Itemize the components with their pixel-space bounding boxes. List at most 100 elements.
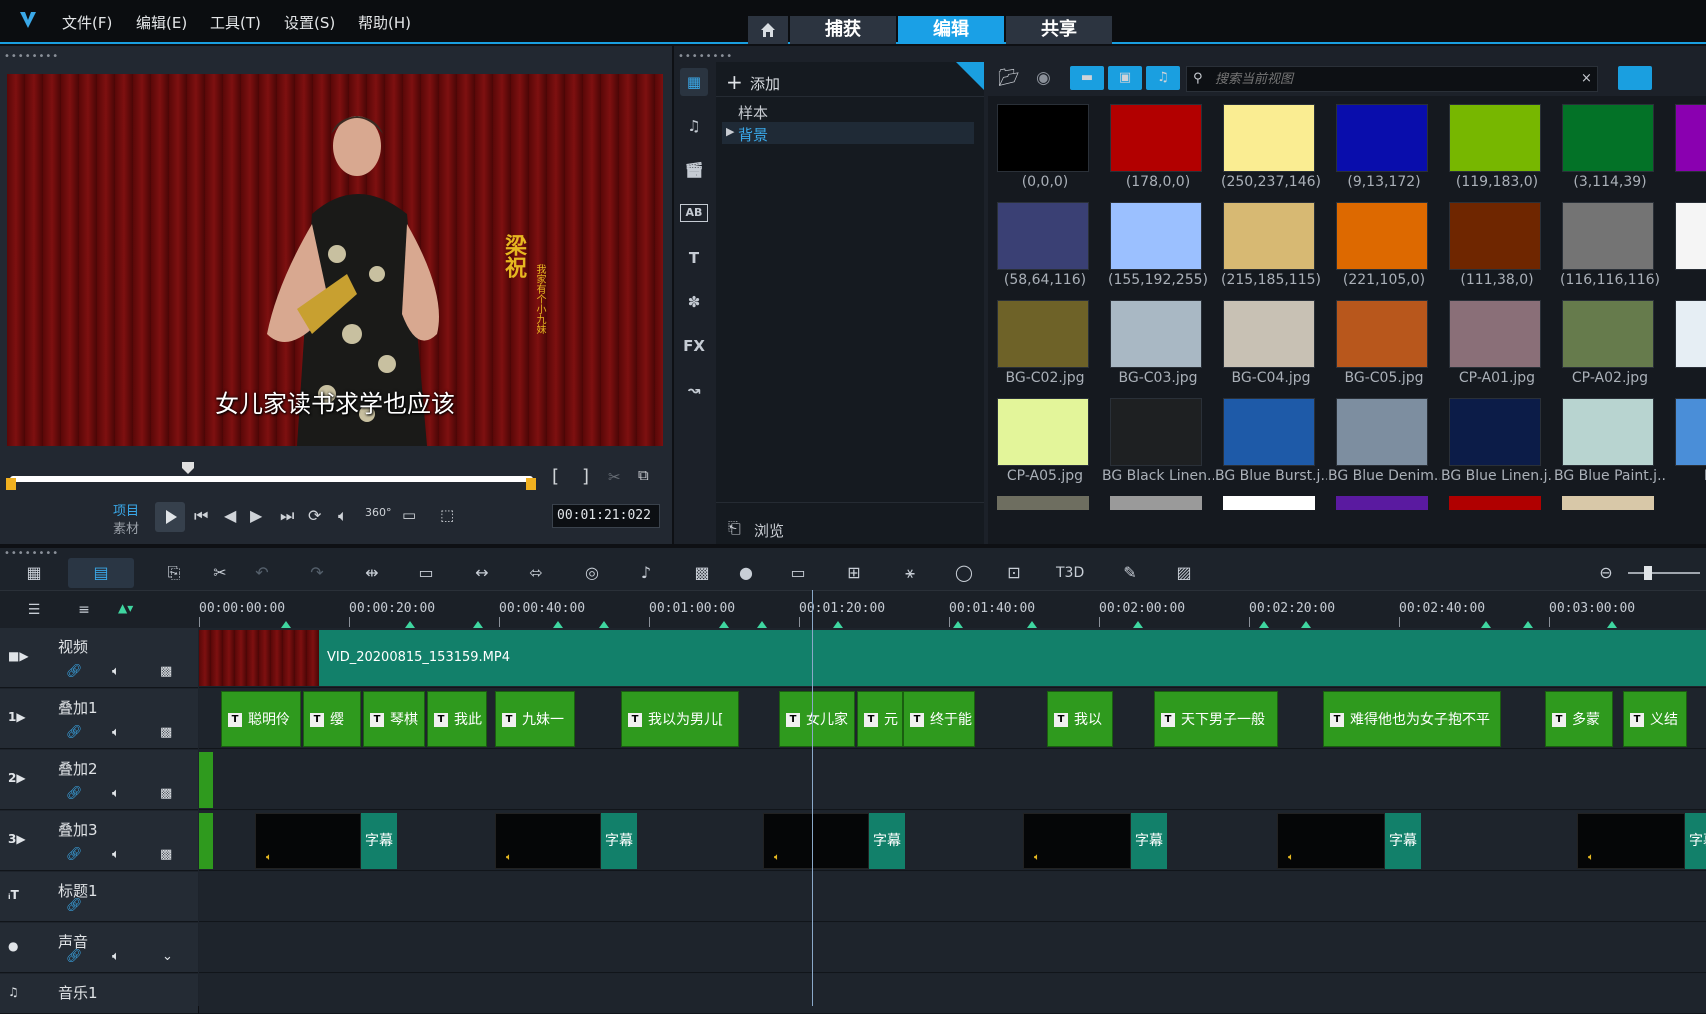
- mute-volume-icon[interactable]: 🔈︎: [112, 949, 120, 964]
- chapter-marker[interactable]: [599, 621, 609, 628]
- next-frame-icon[interactable]: ▶: [250, 506, 262, 525]
- instant-project-icon[interactable]: 🎬︎: [680, 156, 708, 184]
- title-clip[interactable]: T元: [857, 691, 903, 747]
- title-clip[interactable]: T 终于能: [903, 691, 975, 747]
- subtitle-video-clip[interactable]: 🔈︎: [255, 813, 361, 869]
- library-thumbnail[interactable]: (250,237,146): [1215, 100, 1327, 190]
- chapter-marker[interactable]: [719, 621, 729, 628]
- ripple-icon[interactable]: ▩: [160, 786, 172, 801]
- link-icon[interactable]: 🔗︎: [66, 786, 83, 801]
- library-thumbnail[interactable]: (116,116,116): [1554, 198, 1666, 288]
- mute-volume-icon[interactable]: 🔈︎: [112, 786, 120, 801]
- screen-record-icon[interactable]: ▭: [414, 562, 438, 584]
- menu-settings[interactable]: 设置(S): [284, 12, 335, 33]
- library-thumbnail-partial[interactable]: [1223, 496, 1315, 510]
- chapter-marker[interactable]: [757, 621, 767, 628]
- mute-volume-icon[interactable]: 🔈︎: [112, 664, 120, 679]
- track-overlay3-body[interactable]: 🔈︎ 字幕 🔈︎ 字幕 🔈︎ 字幕 🔈︎ 字幕 🔈︎ 字幕 🔈︎ 字幕: [199, 811, 1706, 871]
- library-thumbnail[interactable]: CP-A01.jpg: [1441, 296, 1553, 386]
- link-icon[interactable]: 🔗︎: [66, 725, 83, 740]
- crop-icon[interactable]: ⬚: [440, 506, 454, 524]
- link-icon[interactable]: 🔗︎: [66, 664, 83, 679]
- menu-tools[interactable]: 工具(T): [210, 12, 261, 33]
- browse-icon[interactable]: ⎗: [728, 518, 741, 538]
- library-thumbnail[interactable]: BG Bl: [1667, 394, 1706, 484]
- show-audio-toggle[interactable]: ♫: [1146, 66, 1180, 90]
- chapter-marker[interactable]: [953, 621, 963, 628]
- subtitle-video-clip[interactable]: 🔈︎: [1577, 813, 1685, 869]
- track-music1-body[interactable]: [199, 974, 1706, 1014]
- title-clip[interactable]: T 义结: [1623, 691, 1687, 747]
- library-thumbnail[interactable]: (9,13,172): [1328, 100, 1440, 190]
- subtitle-clip[interactable]: 字幕: [601, 813, 637, 869]
- menu-file[interactable]: 文件(F): [62, 12, 112, 33]
- audio-icon[interactable]: ♫: [680, 112, 708, 140]
- library-thumbnail[interactable]: (111,38,0): [1441, 198, 1553, 288]
- library-thumbnail[interactable]: (3,114,39): [1554, 100, 1666, 190]
- timecode-display[interactable]: 00:01:21:022: [552, 504, 660, 528]
- menu-edit[interactable]: 编辑(E): [136, 12, 187, 33]
- zoom-out-icon[interactable]: ⊖: [1594, 562, 1618, 584]
- title-clip[interactable]: T 多蒙: [1545, 691, 1613, 747]
- library-thumbnail[interactable]: (13: [1667, 100, 1706, 190]
- chapter-marker[interactable]: [473, 621, 483, 628]
- library-thumbnail[interactable]: BG-C02.jpg: [989, 296, 1101, 386]
- ripple-icon[interactable]: ▩: [160, 847, 172, 862]
- fit-project-icon[interactable]: ⇹: [360, 562, 384, 584]
- multi-camera-icon[interactable]: ⊞: [842, 562, 866, 584]
- library-thumbnail[interactable]: (215,185,115): [1215, 198, 1327, 288]
- library-thumbnail[interactable]: BG-C04.jpg: [1215, 296, 1327, 386]
- library-thumbnail[interactable]: BG Blue Linen.j...: [1441, 394, 1553, 484]
- storyboard-view-icon[interactable]: ▦: [22, 562, 46, 584]
- prev-frame-icon[interactable]: ◀: [224, 506, 236, 525]
- library-thumbnail[interactable]: BG Black Linen....: [1102, 394, 1214, 484]
- playhead-slider[interactable]: [182, 462, 194, 474]
- mute-volume-icon[interactable]: 🔈︎: [112, 847, 120, 862]
- folder-item-sample[interactable]: 样本: [738, 102, 768, 123]
- overlay2-clip[interactable]: [199, 752, 213, 808]
- media-library-icon[interactable]: ▦: [680, 68, 708, 96]
- ripple-icon[interactable]: ▩: [160, 664, 172, 679]
- expand-arrow-icon[interactable]: ▶: [726, 125, 734, 138]
- subtitle-editor-icon[interactable]: ▭: [786, 562, 810, 584]
- library-thumbnail[interactable]: CP-A05.jpg: [989, 394, 1101, 484]
- chapter-marker[interactable]: [833, 621, 843, 628]
- library-thumbnail[interactable]: (178,0,0): [1102, 100, 1214, 190]
- title-clip[interactable]: T 女儿家: [779, 691, 855, 747]
- zoom-slider[interactable]: [1628, 572, 1700, 574]
- subtitle-clip[interactable]: 字幕: [1685, 813, 1706, 869]
- subtitle-clip[interactable]: 字幕: [1385, 813, 1421, 869]
- library-thumbnail[interactable]: (0,0,0): [989, 100, 1101, 190]
- ripple-icon[interactable]: ▩: [160, 725, 172, 740]
- repeat-icon[interactable]: ⟳: [308, 506, 321, 525]
- trim-end-handle[interactable]: [526, 478, 536, 490]
- paint-icon[interactable]: ✎: [1118, 562, 1142, 584]
- track-video-body[interactable]: VID_20200815_153159.MP4: [199, 628, 1706, 688]
- show-photo-toggle[interactable]: ▣: [1108, 66, 1142, 90]
- chapter-marker-icon[interactable]: ▲▾: [118, 601, 133, 615]
- aspect-ratio-icon[interactable]: ▭: [402, 506, 416, 524]
- subtitle-video-clip[interactable]: 🔈︎: [1023, 813, 1131, 869]
- customize-toolbar-icon[interactable]: ⎘: [162, 562, 186, 584]
- subtitle-video-clip[interactable]: 🔈︎: [763, 813, 869, 869]
- 360-view-icon[interactable]: 360°: [365, 506, 392, 519]
- pin-icon[interactable]: [956, 62, 984, 90]
- trim-icon[interactable]: ↔: [470, 562, 494, 584]
- library-thumbnail[interactable]: CP-: [1667, 296, 1706, 386]
- motion-path-icon[interactable]: ↝: [680, 376, 708, 404]
- motion-tracking-icon[interactable]: ⚹: [898, 562, 922, 584]
- track-voice-body[interactable]: [199, 923, 1706, 973]
- play-button[interactable]: [155, 502, 185, 532]
- library-thumbnail-partial[interactable]: [1336, 496, 1428, 510]
- import-media-icon[interactable]: 📂︎: [998, 68, 1020, 88]
- title-clip[interactable]: T缨: [303, 691, 361, 747]
- mosaic-icon[interactable]: ▩: [690, 562, 714, 584]
- library-thumbnail[interactable]: BG Blue Denim...: [1328, 394, 1440, 484]
- chapter-marker[interactable]: [1259, 621, 1269, 628]
- link-icon[interactable]: 🔗︎: [66, 898, 83, 913]
- tools-icon[interactable]: ✂: [208, 562, 232, 584]
- trim-start-handle[interactable]: [6, 478, 16, 490]
- transition-icon[interactable]: AB: [680, 204, 708, 222]
- tab-capture[interactable]: 捕获: [790, 16, 896, 44]
- library-thumbnail[interactable]: BG-C05.jpg: [1328, 296, 1440, 386]
